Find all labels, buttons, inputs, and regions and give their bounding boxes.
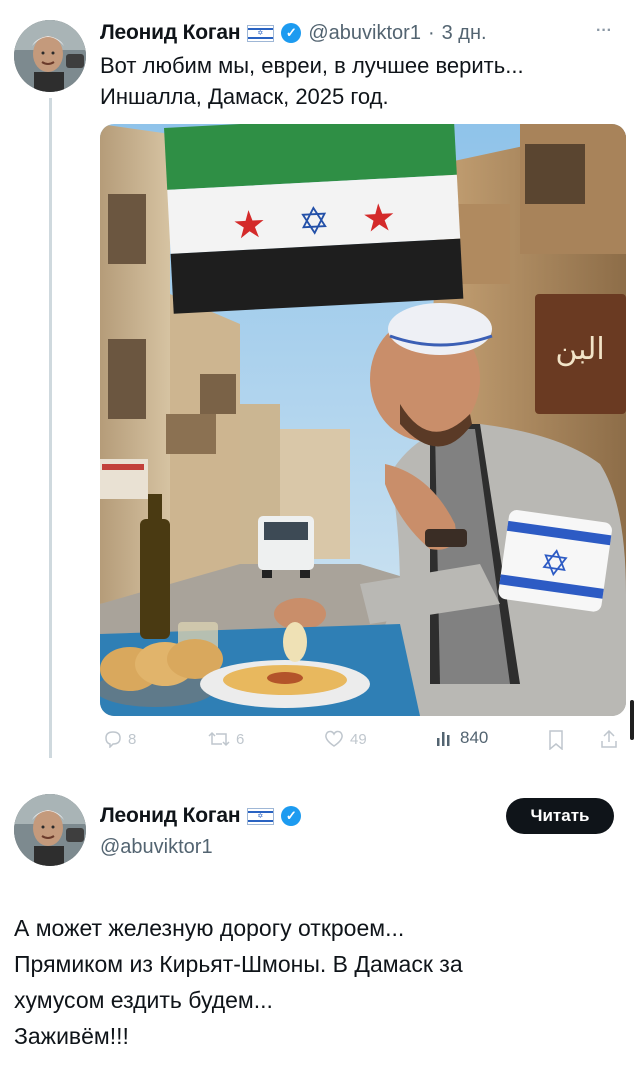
bookmark-button[interactable] [548,730,564,750]
damascus-street-image: البن ★ ✡ ★ ✡ [100,124,626,716]
bookmark-icon [549,730,563,750]
views-count: 840 [460,728,489,747]
share-icon [601,730,617,748]
svg-text:✡: ✡ [297,198,331,244]
retweet-count: 6 [236,730,245,748]
profile-handle[interactable]: @abuviktor1 [100,836,213,859]
reply-icon [105,731,121,748]
verified-badge-icon[interactable]: ✓ [281,806,302,826]
israel-flag-icon: ✡ [247,807,275,825]
like-button[interactable]: 49 [324,730,367,748]
verified-badge-icon[interactable]: ✓ [281,23,302,43]
heart-icon [325,730,343,747]
thread-line [49,98,52,758]
israel-flag-icon: ✡ [247,24,275,42]
follow-button[interactable]: Читать [506,798,614,834]
tweet-text-line: Иншалла, Дамаск, 2025 год. [100,84,389,109]
author-name[interactable]: Леонид Коган [100,21,241,45]
scrollbar[interactable] [630,700,634,740]
comment-line: хумусом ездить будем... [14,987,273,1013]
tweet-header: Леонид Коган ✡ ✓ @abuviktor1 · 3 дн. [100,20,487,46]
avatar-image [14,794,86,866]
tweet-text: Вот любим мы, евреи, в лучшее верить... … [100,50,620,112]
comment-line: А может железную дорогу откроем... [14,915,405,941]
dot-separator: · [427,21,435,44]
author-avatar[interactable] [14,20,86,92]
views-button[interactable]: 840 [436,728,488,748]
profile-avatar[interactable] [14,794,86,866]
retweet-icon [208,731,230,747]
author-handle[interactable]: @abuviktor1 [308,22,421,45]
comment-line: Заживём!!! [14,1023,129,1049]
profile-name[interactable]: Леонид Коган [100,804,241,828]
svg-text:✡: ✡ [537,542,573,587]
avatar-image [14,20,86,92]
comment-text: А может железную дорогу откроем... Прями… [14,910,614,1054]
svg-text:★: ★ [361,195,397,241]
reply-button[interactable]: 8 [104,730,136,748]
profile-header: Леонид Коган ✡ ✓ [100,803,302,829]
retweet-button[interactable]: 6 [208,730,244,748]
more-options-icon[interactable]: ··· [596,22,612,40]
reply-count: 8 [128,730,137,748]
tweet-time[interactable]: 3 дн. [442,22,487,45]
svg-text:★: ★ [231,202,267,248]
tweet-text-line: Вот любим мы, евреи, в лучшее верить... [100,53,524,78]
tweet-image[interactable]: البن ★ ✡ ★ ✡ [100,124,626,716]
share-button[interactable] [600,730,618,748]
like-count: 49 [350,730,367,748]
views-bar-chart-icon [437,732,450,746]
comment-line: Прямиком из Кирьят-Шмоны. В Дамаск за [14,951,463,977]
shop-sign-text: البن [555,332,604,367]
